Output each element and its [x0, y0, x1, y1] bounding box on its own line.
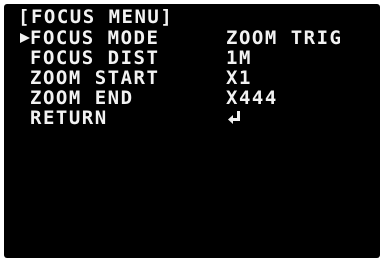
osd-screen: [FOCUS MENU] FOCUS MODE ZOOM TRIG FOCUS …	[4, 4, 380, 258]
menu-title: [FOCUS MENU]	[18, 6, 174, 28]
menu-item-label: FOCUS DIST	[30, 47, 160, 69]
return-arrow-icon	[227, 109, 243, 127]
menu-item-label: ZOOM END	[30, 87, 134, 109]
menu-item-value: ZOOM TRIG	[226, 27, 343, 49]
menu-item-focus-dist[interactable]: FOCUS DIST 1M	[4, 48, 380, 68]
menu-item-value: 1M	[226, 47, 252, 69]
menu-item-zoom-start[interactable]: ZOOM START X1	[4, 68, 380, 88]
menu-item-label: ZOOM START	[30, 67, 160, 89]
menu-item-value: X1	[226, 67, 252, 89]
menu-item-value: X444	[226, 87, 278, 109]
menu-item-label: FOCUS MODE	[30, 27, 160, 49]
menu-item-zoom-end[interactable]: ZOOM END X444	[4, 88, 380, 108]
menu-item-label: RETURN	[30, 107, 108, 129]
menu-item-focus-mode[interactable]: FOCUS MODE ZOOM TRIG	[4, 28, 380, 48]
menu-item-return[interactable]: RETURN	[4, 108, 380, 128]
